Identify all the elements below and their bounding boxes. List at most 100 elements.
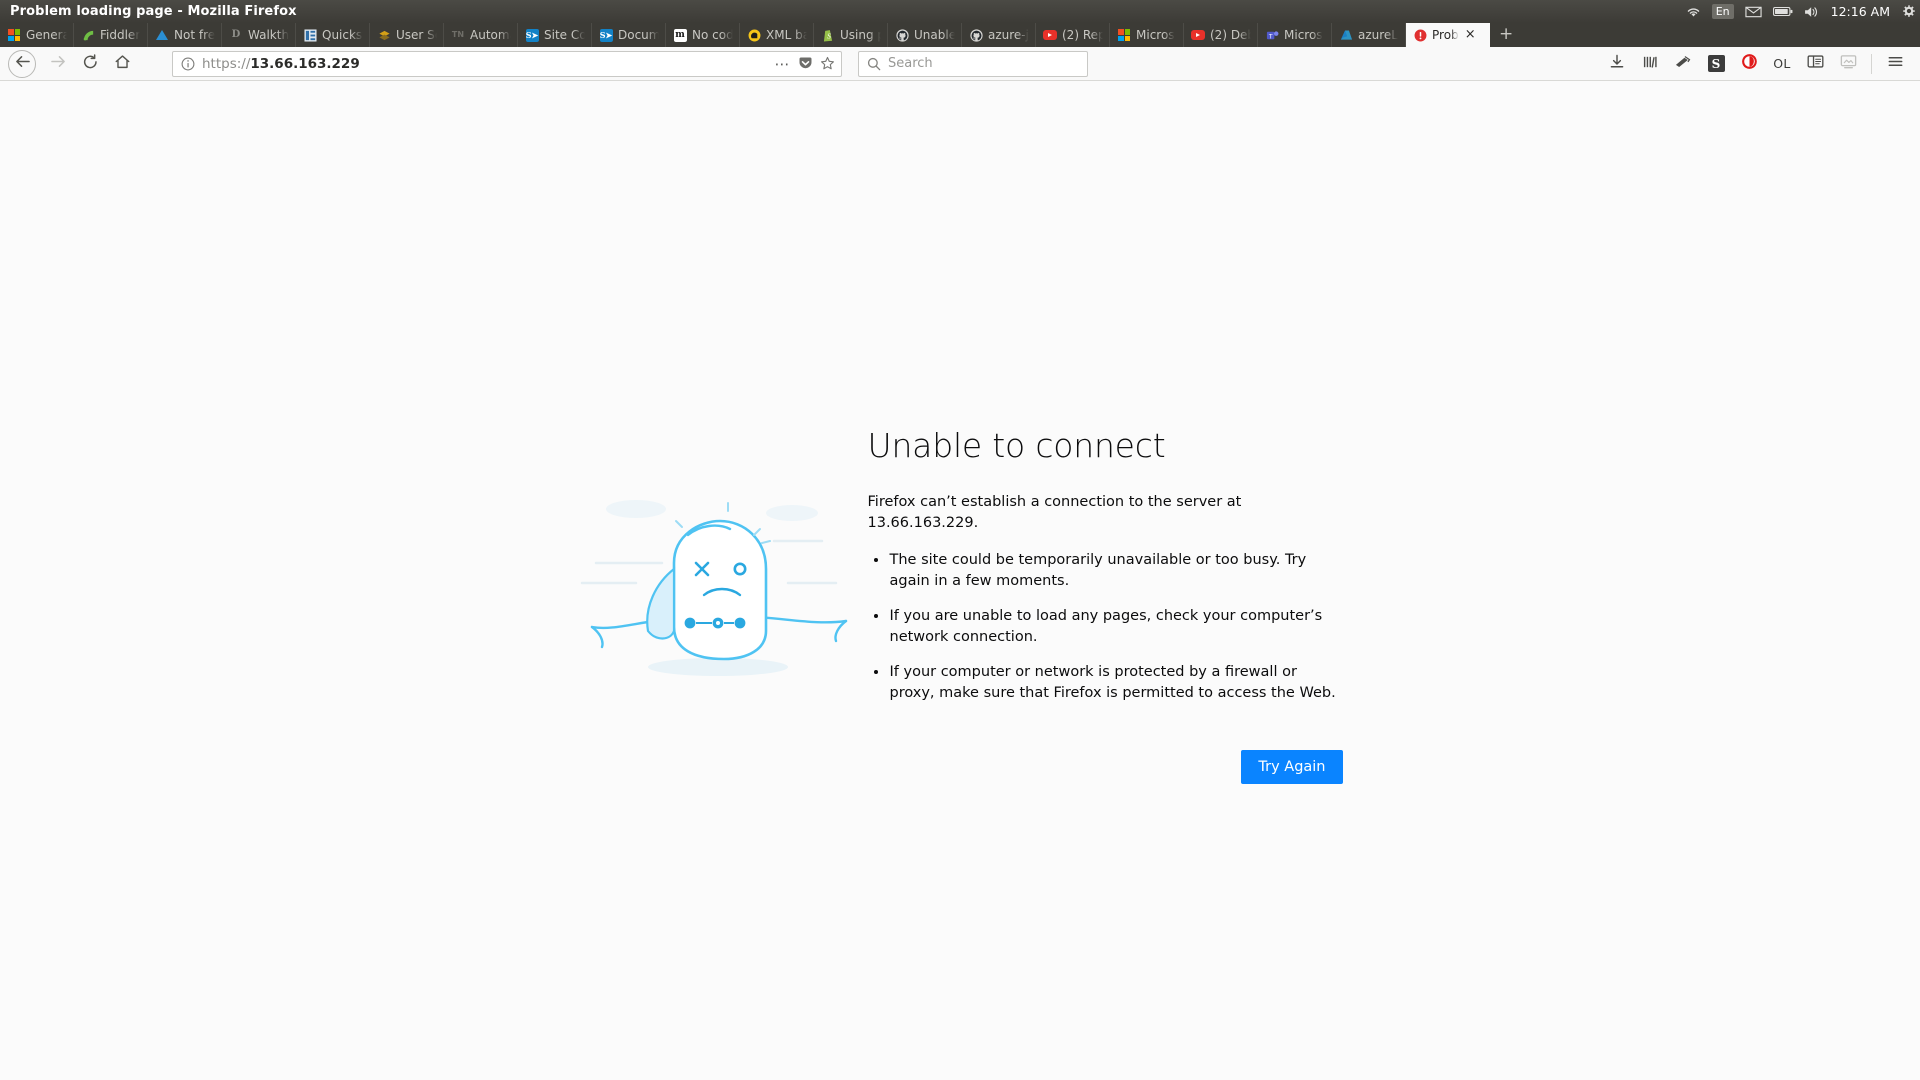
ellipsis-icon[interactable]: ⋯ [775, 56, 792, 71]
browser-tab[interactable]: S➤ Docum [592, 23, 666, 47]
gear-icon[interactable] [1901, 4, 1916, 19]
sidebar-icon [1807, 54, 1824, 73]
sharepoint-icon: S➤ [525, 28, 539, 42]
search-input[interactable]: Search [888, 56, 933, 71]
search-bar[interactable]: Search [858, 50, 1088, 77]
shield-icon [1741, 53, 1758, 74]
pocket-icon[interactable] [798, 56, 813, 71]
browser-tab[interactable]: D Walkth [222, 23, 296, 47]
error-intro-text: Firefox can’t establish a connection to … [867, 493, 1242, 531]
ublock-button[interactable] [1734, 50, 1764, 78]
ol-extension-button[interactable]: OL [1767, 50, 1797, 78]
browser-tab[interactable]: S Using p [814, 23, 888, 47]
search-icon [867, 57, 881, 71]
page-content: Unable to connect Firefox can’t establis… [0, 81, 1920, 1080]
pocket-ext-icon [1674, 54, 1692, 74]
browser-tab-active[interactable]: Prob × [1406, 23, 1490, 47]
fiddler-icon [81, 28, 95, 42]
navigation-toolbar: https://13.66.163.229 ⋯ Search S OL [0, 47, 1920, 81]
tab-label: Walkth [248, 28, 289, 42]
screenshot-icon [1840, 54, 1857, 73]
toolbar-divider [1871, 53, 1872, 74]
library-button[interactable] [1635, 50, 1665, 78]
tab-strip[interactable]: General Fiddler Not fre D Walkth Quickst… [0, 23, 1920, 47]
library-icon [1642, 54, 1659, 74]
error-icon [1413, 28, 1427, 42]
home-icon [114, 54, 131, 74]
ol-icon: OL [1773, 56, 1791, 71]
wifi-icon[interactable] [1686, 6, 1701, 18]
shopify-icon: S [821, 28, 835, 42]
youtube-icon [1043, 28, 1057, 42]
stack-icon [377, 28, 391, 42]
browser-tab[interactable]: azure-ju [962, 23, 1036, 47]
url-text[interactable]: https://13.66.163.229 [202, 56, 768, 72]
screenshot-button[interactable] [1833, 50, 1863, 78]
browser-tab[interactable]: Unable [888, 23, 962, 47]
teams-icon: T [1265, 28, 1279, 42]
sad-robot-illustration [578, 426, 868, 695]
neterror-text-column: Unable to connect Firefox can’t establis… [868, 426, 1343, 784]
hamburger-icon [1887, 54, 1904, 73]
tab-label: XML ba [766, 28, 807, 42]
browser-tab[interactable]: XML ba [740, 23, 814, 47]
tab-label: Site Co [544, 28, 585, 42]
docs-icon: D [231, 29, 241, 40]
browser-tab[interactable]: T Micros [1258, 23, 1332, 47]
url-bar[interactable]: https://13.66.163.229 ⋯ [172, 50, 842, 77]
url-scheme: https:// [202, 55, 251, 72]
toolbar-right-group: S OL [1602, 50, 1912, 78]
browser-tab[interactable]: Micros [1110, 23, 1184, 47]
reader-sidebar-button[interactable] [1800, 50, 1830, 78]
battery-icon[interactable] [1772, 6, 1793, 17]
pocket-extension-button[interactable] [1668, 50, 1698, 78]
new-tab-button[interactable]: + [1490, 23, 1522, 47]
downloads-button[interactable] [1602, 50, 1632, 78]
home-button[interactable] [107, 50, 137, 78]
microsoft-icon [1117, 28, 1131, 42]
back-button[interactable] [8, 49, 36, 78]
tab-label: Fiddler [100, 28, 141, 42]
neterror-page: Unable to connect Firefox can’t establis… [0, 426, 1920, 784]
sharepoint-icon: S➤ [599, 28, 613, 42]
warning-icon [747, 28, 761, 42]
browser-tab[interactable]: S➤ Site Co [518, 23, 592, 47]
browser-tab[interactable]: User Se [370, 23, 444, 47]
tab-label: Prob [1432, 28, 1459, 42]
browser-tab[interactable]: (2) Deb [1184, 23, 1258, 47]
close-icon[interactable]: × [1464, 28, 1477, 42]
forward-button[interactable] [43, 50, 73, 78]
tab-label: User Se [396, 28, 437, 42]
grid-icon [303, 28, 317, 42]
tab-label: Not fre [174, 28, 215, 42]
browser-tab[interactable]: Quickst [296, 23, 370, 47]
volume-icon[interactable] [1804, 6, 1820, 18]
tab-label: azure-ju [988, 28, 1029, 42]
browser-tab[interactable]: Fiddler [74, 23, 148, 47]
azure-icon [1339, 28, 1353, 42]
medium-icon: m [673, 28, 687, 42]
try-again-button[interactable]: Try Again [1241, 749, 1343, 784]
mail-icon[interactable] [1745, 6, 1762, 18]
browser-tab[interactable]: (2) Rep [1036, 23, 1110, 47]
triangle-icon [155, 28, 169, 42]
reload-button[interactable] [75, 50, 105, 78]
browser-tab[interactable]: TN Automa [444, 23, 518, 47]
s-square-icon: S [1707, 55, 1725, 72]
list-item: If your computer or network is protected… [868, 662, 1343, 704]
star-icon[interactable] [820, 56, 835, 71]
browser-tab[interactable]: azureL [1332, 23, 1406, 47]
system-clock[interactable]: 12:16 AM [1831, 4, 1890, 19]
tab-label: (2) Rep [1062, 28, 1103, 42]
url-host: 13.66.163.229 [250, 55, 360, 72]
browser-tab[interactable]: m No cod [666, 23, 740, 47]
s-extension-button[interactable]: S [1701, 50, 1731, 78]
browser-tab[interactable]: Not fre [148, 23, 222, 47]
keyboard-layout-indicator[interactable]: En [1711, 4, 1734, 19]
download-icon [1609, 54, 1625, 74]
app-menu-button[interactable] [1880, 50, 1910, 78]
reload-icon [82, 53, 99, 74]
browser-tab[interactable]: General [0, 23, 74, 47]
info-icon[interactable] [181, 57, 195, 71]
tab-label: Using p [840, 28, 881, 42]
